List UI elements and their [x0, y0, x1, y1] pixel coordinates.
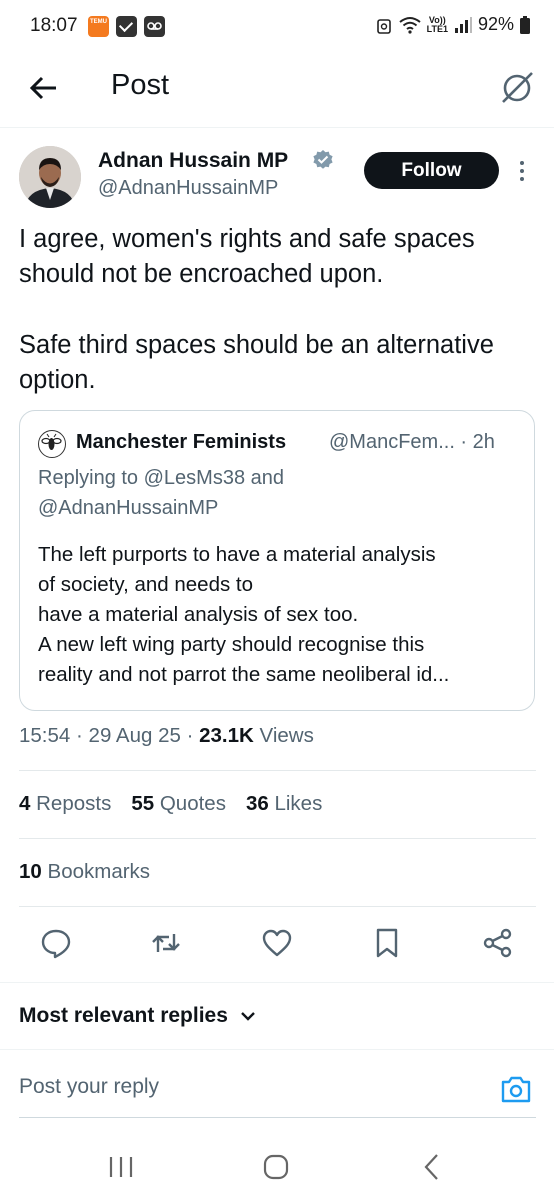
like-button[interactable]	[260, 926, 294, 960]
section-divider	[0, 982, 554, 983]
chevron-left-icon	[424, 1154, 438, 1180]
recent-apps-icon	[109, 1157, 133, 1177]
replying-to: Replying to @LesMs38 and @AdnanHussainMP	[38, 467, 284, 519]
tweet-paragraph: Safe third spaces should be an alternati…	[19, 331, 494, 394]
action-bar	[0, 922, 554, 966]
lte-indicator: Vo)) LTE1	[426, 14, 448, 34]
share-button[interactable]	[481, 926, 515, 960]
divider	[19, 838, 536, 839]
signal-icon	[454, 16, 472, 33]
page-title: Post	[111, 69, 170, 101]
reply-input[interactable]: Post your reply	[19, 1075, 159, 1099]
system-status: Vo)) LTE1 92%	[375, 14, 530, 35]
author-handle[interactable]: @AdnanHussainMP	[98, 177, 278, 200]
reply-button[interactable]	[39, 926, 73, 960]
likes-stat[interactable]: 36 Likes	[246, 792, 322, 816]
tweet-paragraph: I agree, women's rights and safe spaces …	[19, 225, 475, 288]
status-bar: 18:07 TEMU Vo)) LTE1 92%	[0, 0, 554, 52]
reply-icon	[41, 929, 71, 959]
replies-sort-label: Most relevant replies	[19, 1004, 228, 1027]
quotes-stat[interactable]: 55 Quotes	[131, 792, 226, 816]
chevron-down-icon	[241, 1012, 255, 1021]
composer-underline	[19, 1117, 536, 1118]
camera-icon	[501, 1076, 531, 1103]
replies-sort-dropdown[interactable]: Most relevant replies	[19, 1004, 256, 1028]
quoted-author-avatar	[38, 430, 66, 458]
tweet-time: 15:54	[19, 724, 71, 747]
bookmark-button[interactable]	[370, 926, 404, 960]
engagement-stats: 4 Reposts 55 Quotes 36 Likes	[19, 792, 322, 816]
reposts-stat[interactable]: 4 Reposts	[19, 792, 111, 816]
recycle-icon	[376, 18, 391, 34]
arrow-left-icon	[29, 76, 56, 100]
heart-icon	[262, 929, 292, 957]
author-avatar[interactable]	[19, 146, 81, 208]
tweet-meta: 15:54 · 29 Aug 25 · 23.1K Views	[19, 724, 314, 747]
divider	[19, 906, 536, 907]
views-stat[interactable]: 23.1K Views	[199, 724, 314, 747]
system-nav-bar	[0, 1130, 554, 1200]
repost-button[interactable]	[149, 926, 183, 960]
follow-button[interactable]: Follow	[364, 152, 499, 189]
author-name[interactable]: Adnan Hussain MP	[98, 149, 288, 173]
back-button[interactable]	[26, 70, 62, 106]
home-button[interactable]	[261, 1152, 291, 1182]
battery-icon	[520, 15, 530, 34]
tweet-text: I agree, women's rights and safe spaces …	[19, 222, 539, 398]
temu-notification-icon: TEMU	[88, 16, 109, 37]
bookmark-icon	[376, 928, 398, 958]
verified-badge-icon	[313, 150, 333, 169]
battery-percent: 92%	[477, 14, 514, 34]
share-icon	[483, 928, 512, 958]
bookmarks-stat[interactable]: 10 Bookmarks	[19, 860, 150, 884]
tweet-date: 29 Aug 25	[88, 724, 181, 747]
quoted-tweet[interactable]: Manchester Feminists @MancFem... · 2h Re…	[19, 410, 535, 711]
voicemail-notification-icon	[144, 16, 165, 37]
notification-icons: TEMU	[88, 16, 165, 37]
divider	[19, 770, 536, 771]
camera-button[interactable]	[499, 1073, 533, 1105]
check-notification-icon	[116, 16, 137, 37]
wifi-icon	[399, 16, 421, 34]
quoted-author-name: Manchester Feminists	[76, 431, 287, 453]
home-icon	[263, 1154, 289, 1180]
recent-apps-button[interactable]	[106, 1152, 136, 1182]
grok-icon	[502, 72, 533, 103]
quoted-author-handle: @MancFem... · 2h	[329, 431, 495, 453]
quoted-tweet-text: The left purports to have a material ana…	[38, 543, 450, 686]
more-vertical-icon[interactable]	[513, 158, 531, 184]
app-header: Post	[0, 52, 554, 128]
back-nav-button[interactable]	[418, 1152, 448, 1182]
grok-button[interactable]	[498, 68, 536, 106]
status-time: 18:07	[30, 15, 78, 36]
repost-icon	[152, 934, 180, 952]
section-divider	[0, 1049, 554, 1050]
